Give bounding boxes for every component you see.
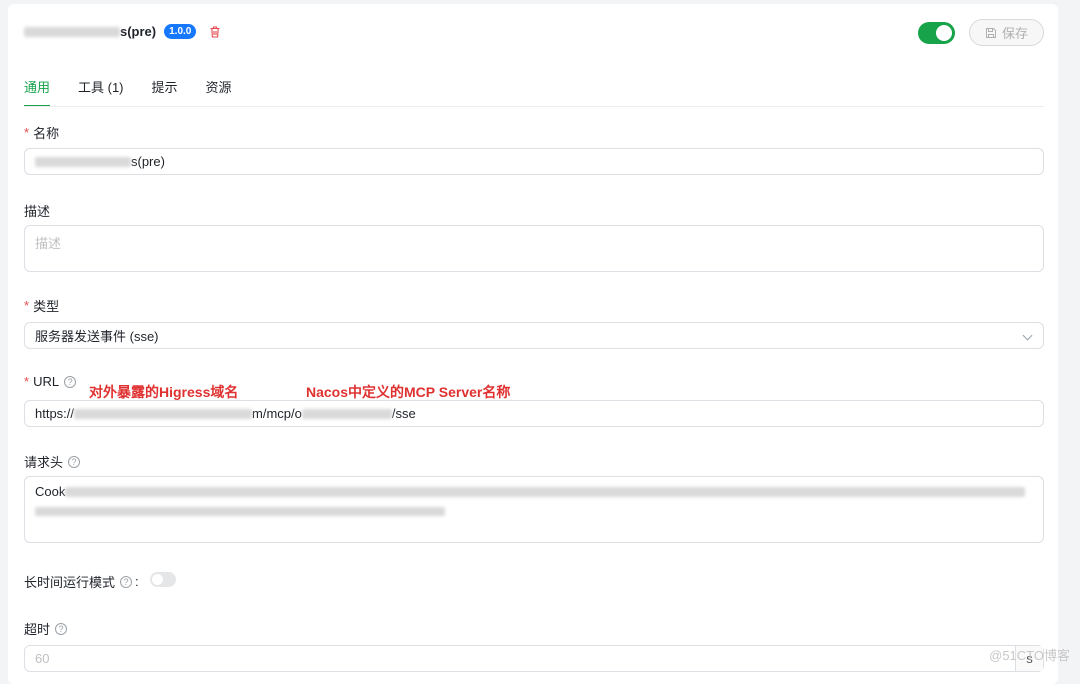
redacted-headers-line-1 bbox=[65, 486, 1026, 497]
url-mid: m/mcp/o bbox=[252, 406, 302, 421]
server-title: s(pre) 1.0.0 bbox=[24, 24, 222, 39]
tab-divider bbox=[24, 106, 1044, 107]
type-label: * 类型 bbox=[24, 298, 60, 314]
timeout-input[interactable]: 60 s bbox=[24, 645, 1044, 672]
url-label: * URL ? bbox=[24, 374, 77, 389]
annotation-domain: 对外暴露的Higress域名 bbox=[89, 384, 239, 400]
chevron-down-icon bbox=[1022, 330, 1033, 341]
long-running-toggle[interactable] bbox=[150, 572, 176, 587]
redacted-server-name bbox=[301, 408, 392, 419]
url-suffix: /sse bbox=[391, 406, 416, 421]
name-value-suffix: s(pre) bbox=[131, 154, 165, 169]
enable-toggle[interactable] bbox=[918, 22, 955, 44]
url-input[interactable]: https:// m/mcp/o /sse bbox=[24, 400, 1044, 427]
headers-value-prefix: Cook bbox=[35, 484, 66, 499]
long-running-label: 长时间运行模式 ? : bbox=[24, 574, 139, 590]
headers-textarea[interactable]: Cook bbox=[24, 476, 1044, 543]
server-detail-card: s(pre) 1.0.0 保存 通用 工具 (1) 提示 资源 * 名称 s(pr… bbox=[8, 4, 1058, 684]
redacted-name bbox=[24, 26, 120, 37]
save-icon bbox=[985, 27, 996, 38]
save-button[interactable]: 保存 bbox=[969, 19, 1044, 46]
type-value: 服务器发送事件 (sse) bbox=[35, 329, 159, 344]
tab-bar: 通用 工具 (1) 提示 资源 bbox=[24, 77, 232, 107]
name-label: * 名称 bbox=[24, 125, 60, 141]
tab-resources[interactable]: 资源 bbox=[206, 77, 232, 107]
tab-prompts[interactable]: 提示 bbox=[152, 77, 178, 107]
tab-tools[interactable]: 工具 (1) bbox=[78, 77, 124, 107]
headers-label: 请求头 ? bbox=[24, 452, 81, 471]
watermark: @51CTO博客 bbox=[989, 648, 1070, 663]
redacted-headers-line-2 bbox=[35, 507, 445, 516]
delete-icon[interactable] bbox=[208, 25, 222, 39]
redacted-domain bbox=[74, 408, 253, 419]
type-select[interactable]: 服务器发送事件 (sse) bbox=[24, 322, 1044, 349]
timeout-help-icon[interactable]: ? bbox=[55, 622, 68, 635]
description-label: 描述 bbox=[24, 204, 51, 219]
redacted-name-value bbox=[35, 156, 131, 167]
tab-general[interactable]: 通用 bbox=[24, 77, 51, 107]
url-help-icon[interactable]: ? bbox=[64, 375, 77, 388]
long-running-help-icon[interactable]: ? bbox=[120, 575, 133, 588]
headers-help-icon[interactable]: ? bbox=[68, 455, 81, 468]
save-label: 保存 bbox=[1001, 26, 1028, 41]
server-name-suffix: s(pre) bbox=[120, 24, 157, 39]
annotation-server-name: Nacos中定义的MCP Server名称 bbox=[306, 384, 511, 400]
timeout-placeholder: 60 bbox=[35, 651, 50, 666]
name-input[interactable]: s(pre) bbox=[24, 148, 1044, 175]
timeout-label: 超时 ? bbox=[24, 619, 68, 638]
version-badge: 1.0.0 bbox=[164, 24, 197, 39]
url-prefix: https:// bbox=[35, 406, 75, 421]
description-textarea[interactable]: 描述 bbox=[24, 225, 1044, 272]
description-placeholder: 描述 bbox=[35, 236, 62, 251]
